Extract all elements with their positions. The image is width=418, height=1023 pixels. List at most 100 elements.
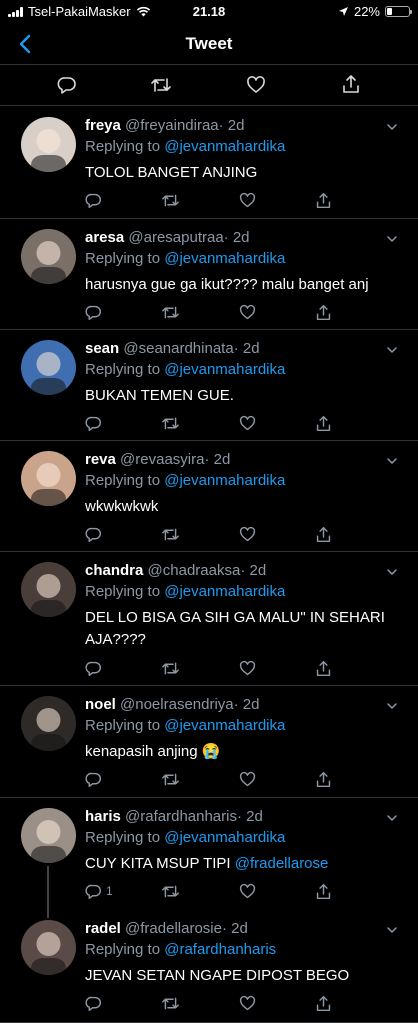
- reply-mention-link[interactable]: @jevanmahardika: [164, 472, 285, 489]
- avatar[interactable]: [21, 808, 76, 863]
- reply-mention-link[interactable]: @jevanmahardika: [164, 361, 285, 378]
- retweet-button[interactable]: [161, 190, 180, 210]
- like-button[interactable]: [245, 74, 267, 96]
- retweet-button[interactable]: [161, 769, 180, 789]
- reply-button[interactable]: [85, 524, 102, 544]
- reply-mention-link[interactable]: @jevanmahardika: [164, 583, 285, 600]
- reply-tweet-chandra[interactable]: chandra @chadraaksa· 2d Replying to @jev…: [0, 552, 418, 686]
- like-button[interactable]: [239, 658, 256, 678]
- user-handle[interactable]: @chadraaksa: [148, 562, 241, 579]
- like-button[interactable]: [239, 302, 256, 322]
- reply-mention-link[interactable]: @jevanmahardika: [164, 717, 285, 734]
- reply-mention-link[interactable]: @jevanmahardika: [164, 250, 285, 267]
- reply-tweet-sean[interactable]: sean @seanardhinata· 2d Replying to @jev…: [0, 330, 418, 441]
- display-name[interactable]: chandra: [85, 562, 143, 579]
- share-icon: [343, 75, 359, 93]
- avatar-image: [21, 562, 76, 617]
- user-handle[interactable]: @fradellarosie: [125, 920, 222, 937]
- retweet-button[interactable]: [161, 524, 180, 544]
- chevron-down-icon[interactable]: [384, 698, 400, 714]
- like-button[interactable]: [239, 769, 256, 789]
- avatar[interactable]: [21, 920, 76, 975]
- display-name[interactable]: aresa: [85, 229, 124, 246]
- display-name[interactable]: freya: [85, 117, 121, 134]
- like-button[interactable]: [239, 524, 256, 544]
- reply-mention-link[interactable]: @jevanmahardika: [164, 829, 285, 846]
- user-handle[interactable]: @aresaputraa: [128, 229, 223, 246]
- reply-button[interactable]: [85, 190, 102, 210]
- replying-to: Replying to @jevanmahardika: [85, 472, 285, 489]
- avatar[interactable]: [21, 229, 76, 284]
- tweet-action-bar: [85, 190, 335, 210]
- reply-button[interactable]: [85, 993, 102, 1013]
- chevron-down-icon[interactable]: [384, 119, 400, 135]
- chevron-down-icon[interactable]: [384, 922, 400, 938]
- tweet-action-bar: [85, 413, 335, 433]
- share-button[interactable]: [315, 769, 332, 789]
- share-button[interactable]: [315, 881, 332, 901]
- user-handle[interactable]: @revaasyira: [120, 451, 204, 468]
- tweet-mention-link[interactable]: @fradellarose: [235, 855, 329, 872]
- avatar[interactable]: [21, 340, 76, 395]
- retweet-icon: [162, 662, 179, 674]
- user-handle[interactable]: @freyaindiraa: [125, 117, 219, 134]
- retweet-button[interactable]: [161, 658, 180, 678]
- like-button[interactable]: [239, 993, 256, 1013]
- retweet-button[interactable]: [150, 74, 172, 96]
- reply-button[interactable]: [85, 769, 102, 789]
- retweet-icon: [162, 528, 179, 540]
- reply-mention-link[interactable]: @rafardhanharis: [164, 941, 276, 958]
- reply-tweet-noel[interactable]: noel @noelrasendriya· 2d Replying to @je…: [0, 686, 418, 798]
- like-button[interactable]: [239, 190, 256, 210]
- reply-tweet-radel[interactable]: radel @fradellarosie· 2d Replying to @ra…: [0, 910, 418, 1023]
- display-name[interactable]: radel: [85, 920, 121, 937]
- reply-mention-link[interactable]: @jevanmahardika: [164, 138, 285, 155]
- share-button[interactable]: [315, 413, 332, 433]
- display-name[interactable]: reva: [85, 451, 116, 468]
- retweet-button[interactable]: [161, 302, 180, 322]
- avatar[interactable]: [21, 451, 76, 506]
- reply-tweet-aresa[interactable]: aresa @aresaputraa· 2d Replying to @jeva…: [0, 219, 418, 330]
- user-handle[interactable]: @noelrasendriya: [120, 696, 234, 713]
- reply-tweet-haris[interactable]: haris @rafardhanharis· 2d Replying to @j…: [0, 798, 418, 910]
- retweet-icon: [162, 194, 179, 206]
- display-name[interactable]: noel: [85, 696, 116, 713]
- avatar[interactable]: [21, 696, 76, 751]
- share-button[interactable]: [315, 524, 332, 544]
- chevron-down-icon[interactable]: [384, 342, 400, 358]
- like-button[interactable]: [239, 413, 256, 433]
- reply-button[interactable]: [85, 658, 102, 678]
- reply-tweet-freya[interactable]: freya @freyaindiraa· 2d Replying to @jev…: [0, 107, 418, 219]
- tweet-time: · 2d: [233, 340, 260, 357]
- share-button[interactable]: [340, 73, 362, 95]
- share-button[interactable]: [315, 190, 332, 210]
- replying-to-label: Replying to: [85, 361, 161, 378]
- chevron-down-icon[interactable]: [384, 564, 400, 580]
- like-button[interactable]: [239, 881, 256, 901]
- reply-button[interactable]: [85, 302, 102, 322]
- avatar-image: [21, 340, 76, 395]
- display-name[interactable]: sean: [85, 340, 119, 357]
- chevron-down-icon[interactable]: [384, 810, 400, 826]
- retweet-button[interactable]: [161, 993, 180, 1013]
- chevron-down-icon[interactable]: [384, 231, 400, 247]
- tweet-header: sean @seanardhinata· 2d: [85, 340, 260, 357]
- display-name[interactable]: haris: [85, 808, 121, 825]
- share-button[interactable]: [315, 658, 332, 678]
- avatar[interactable]: [21, 562, 76, 617]
- user-handle[interactable]: @seanardhinata: [123, 340, 233, 357]
- tweet-action-bar: [85, 993, 335, 1013]
- chevron-down-icon[interactable]: [384, 453, 400, 469]
- replying-to: Replying to @jevanmahardika: [85, 138, 285, 155]
- reply-button[interactable]: [56, 74, 78, 96]
- retweet-button[interactable]: [161, 881, 180, 901]
- location-arrow-icon: [338, 7, 348, 16]
- share-button[interactable]: [315, 993, 332, 1013]
- share-button[interactable]: [315, 302, 332, 322]
- retweet-button[interactable]: [161, 413, 180, 433]
- reply-tweet-reva[interactable]: reva @revaasyira· 2d Replying to @jevanm…: [0, 441, 418, 552]
- reply-button[interactable]: [85, 413, 102, 433]
- reply-button[interactable]: 1: [85, 881, 113, 901]
- avatar[interactable]: [21, 117, 76, 172]
- user-handle[interactable]: @rafardhanharis: [125, 808, 237, 825]
